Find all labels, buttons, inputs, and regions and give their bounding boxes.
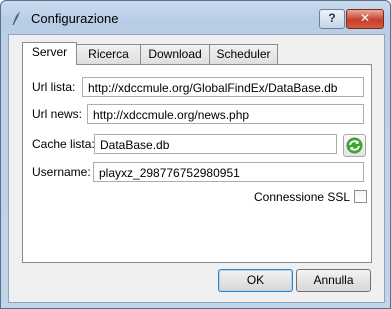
help-button[interactable]: ? (319, 9, 345, 29)
ssl-checkbox[interactable] (354, 190, 367, 203)
dialog-client-area: Server Ricerca Download Scheduler Url li… (8, 34, 385, 303)
dialog-window: Configurazione ? ✕ Server Ricerca Downlo… (0, 0, 391, 309)
window-title: Configurazione (31, 11, 119, 26)
ssl-label: Connessione SSL (254, 190, 351, 204)
feather-icon (12, 11, 20, 26)
cache-lista-field[interactable]: DataBase.db (94, 134, 337, 154)
username-label: Username: (32, 165, 91, 179)
server-tab-panel: Url lista: http://xdccmule.org/GlobalFin… (22, 64, 372, 263)
tab-server[interactable]: Server (22, 42, 77, 65)
tab-scheduler[interactable]: Scheduler (209, 44, 278, 64)
url-news-label: Url news: (32, 107, 83, 121)
tab-ricerca[interactable]: Ricerca (76, 44, 141, 64)
url-news-field[interactable]: http://xdccmule.org/news.php (87, 104, 364, 124)
cancel-button[interactable]: Annulla (296, 269, 371, 292)
refresh-button[interactable] (343, 134, 366, 157)
tab-download[interactable]: Download (140, 44, 210, 64)
url-lista-field[interactable]: http://xdccmule.org/GlobalFindEx/DataBas… (82, 77, 364, 97)
username-field[interactable]: playxz_298776752980951 (93, 162, 364, 182)
title-bar[interactable]: Configurazione ? ✕ (1, 1, 390, 35)
refresh-icon (346, 137, 363, 154)
close-button[interactable]: ✕ (346, 9, 384, 29)
ok-button[interactable]: OK (218, 269, 293, 292)
cache-lista-label: Cache lista: (32, 137, 95, 151)
url-lista-label: Url lista: (32, 80, 76, 94)
